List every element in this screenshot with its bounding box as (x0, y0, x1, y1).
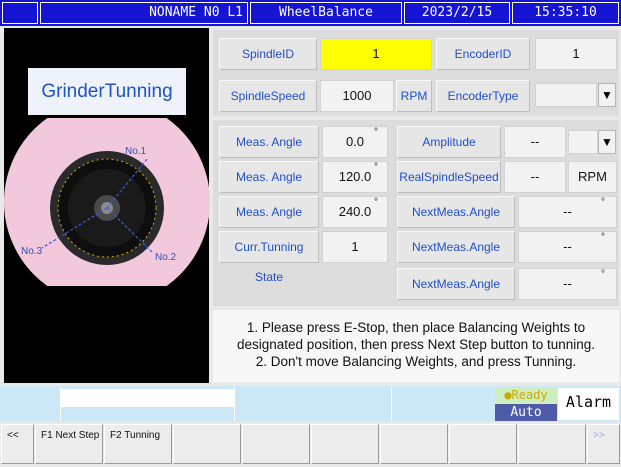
next-page-button[interactable]: >> (587, 424, 620, 464)
spindle-speed-label: SpindleSpeed (219, 80, 317, 112)
amplitude-label: Amplitude (397, 126, 501, 158)
screen-title: WheelBalance (250, 2, 402, 24)
degree-symbol: ° (374, 127, 378, 138)
degree-symbol: ° (601, 197, 605, 208)
alarm-indicator[interactable]: Alarm (558, 388, 619, 420)
f7-button[interactable] (449, 424, 517, 464)
program-name: NONAME N0 L1 (40, 2, 248, 24)
f6-button[interactable] (380, 424, 448, 464)
title-bar-blank-cell (2, 2, 38, 24)
f5-button[interactable] (311, 424, 379, 464)
mode-indicator: Auto (495, 404, 557, 421)
encoder-id-field[interactable]: 1 (535, 38, 617, 70)
label-no1: No.1 (125, 146, 147, 157)
spindle-id-label: SpindleID (219, 38, 317, 70)
f1-next-step-button[interactable]: F1 Next Step (35, 424, 103, 464)
degree-symbol: ° (374, 162, 378, 173)
spindle-id-field[interactable]: 1 (320, 38, 432, 70)
curr-tunning-state-label: Curr.Tunning State (219, 231, 319, 284)
f2-tunning-button[interactable]: F2 Tunning (104, 424, 172, 464)
f4-button[interactable] (242, 424, 310, 464)
encoder-type-select[interactable] (535, 83, 597, 107)
spindle-speed-field[interactable]: 1000 (320, 80, 394, 112)
next-meas-angle-label-2: NextMeas.Angle (397, 231, 515, 263)
next-meas-angle-label-1: NextMeas.Angle (397, 196, 515, 228)
instruction-message: 1. Please press E-Stop, then place Balan… (213, 310, 619, 382)
instruction-line-1: 1. Please press E-Stop, then place Balan… (246, 320, 586, 335)
meas-angle-field-2[interactable]: 120.0 (322, 161, 388, 193)
next-meas-angle-label-3: NextMeas.Angle (397, 268, 515, 300)
real-spindle-speed-label: RealSpindleSpeed (397, 161, 501, 193)
meas-angle-label-1: Meas. Angle (219, 126, 319, 158)
label-no2: No.2 (155, 252, 177, 263)
title-bar: NONAME N0 L1 WheelBalance 2023/2/15 15:3… (0, 0, 621, 26)
meas-angle-field-1[interactable]: 0.0 (322, 126, 388, 158)
real-spindle-speed-unit: RPM (568, 161, 617, 193)
f3-button[interactable] (173, 424, 241, 464)
grinding-wheel-diagram: No.1 No.2 No.3 (4, 118, 210, 286)
meas-angle-field-3[interactable]: 240.0 (322, 196, 388, 228)
date-display: 2023/2/15 (404, 2, 510, 24)
instruction-line-2: designated position, then press Next Ste… (237, 337, 595, 352)
encoder-type-label: EncoderType (436, 80, 530, 112)
degree-symbol: ° (374, 197, 378, 208)
degree-symbol: ° (601, 269, 605, 280)
status-divider (391, 387, 392, 421)
encoder-id-label: EncoderID (436, 38, 530, 70)
prev-page-button[interactable]: << (1, 424, 34, 464)
status-divider (60, 387, 61, 421)
f8-button[interactable] (518, 424, 586, 464)
amplitude-field[interactable]: -- (504, 126, 566, 158)
meas-angle-label-3: Meas. Angle (219, 196, 319, 228)
label-no3: No.3 (21, 246, 43, 257)
instruction-line-3: 2. Don't move Balancing Weights, and pre… (255, 354, 577, 369)
degree-symbol: ° (601, 232, 605, 243)
curr-tunning-state-field[interactable]: 1 (322, 231, 388, 263)
real-spindle-speed-field[interactable]: -- (504, 161, 566, 193)
meas-angle-label-2: Meas. Angle (219, 161, 319, 193)
time-display: 15:35:10 (512, 2, 619, 24)
amplitude-dropdown-icon[interactable]: ▼ (598, 130, 616, 154)
panel-title: GrinderTunning (28, 68, 186, 115)
ready-indicator: ●Ready (495, 387, 557, 403)
status-divider (234, 387, 235, 421)
spindle-speed-unit: RPM (396, 80, 432, 112)
amplitude-select[interactable] (568, 130, 598, 154)
status-message-field (61, 389, 234, 407)
encoder-type-dropdown-icon[interactable]: ▼ (598, 83, 616, 107)
